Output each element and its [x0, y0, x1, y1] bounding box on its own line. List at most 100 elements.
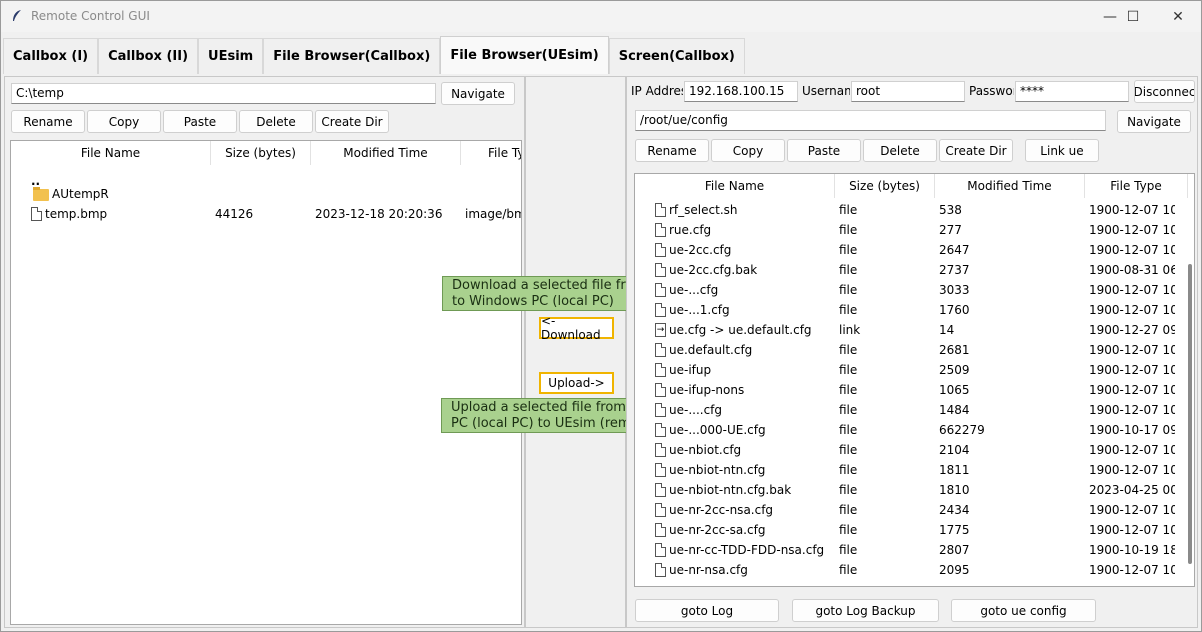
table-row[interactable]: ue-nbiot-ntn.cfg file 1811 1900-12-07 10:45 — [635, 460, 1175, 480]
remote-scrollbar[interactable] — [1188, 264, 1192, 564]
remote-path-input[interactable]: /root/ue/config — [635, 110, 1106, 131]
remote-paste-button[interactable]: Paste — [787, 139, 861, 162]
file-size: file — [839, 203, 858, 217]
close-button[interactable]: ✕ — [1155, 1, 1201, 32]
table-row[interactable]: ue-nr-2cc-nsa.cfg file 2434 1900-12-07 10:4… — [635, 500, 1175, 520]
table-row[interactable]: rue.cfg file 277 1900-12-07 10:45 — [635, 220, 1175, 240]
local-panel: C:\temp Navigate Rename Copy Paste Delet… — [4, 76, 525, 628]
file-type: 2023-04-25 00:00 — [1089, 483, 1175, 497]
local-file-list[interactable]: File Name Size (bytes) Modified Time Fil… — [10, 140, 522, 625]
tab-bar: Callbox (I) Callbox (II) UEsim File Brow… — [3, 36, 745, 74]
table-row[interactable]: ue-ifup file 2509 1900-12-07 10:45 — [635, 360, 1175, 380]
password-input[interactable]: **** — [1015, 81, 1129, 102]
remote-col-name[interactable]: File Name — [635, 174, 835, 198]
tab-file-browser-uesim[interactable]: File Browser(UEsim) — [440, 36, 609, 74]
file-modified: 277 — [939, 223, 962, 237]
file-size: file — [839, 523, 858, 537]
local-path-input[interactable]: C:\temp — [11, 83, 436, 104]
list-item[interactable]: AUtempR — [11, 184, 211, 204]
remote-copy-button[interactable]: Copy — [711, 139, 785, 162]
file-icon — [655, 543, 666, 558]
tab-uesim[interactable]: UEsim — [198, 38, 264, 74]
table-row[interactable]: rf_select.sh file 538 1900-12-07 10:45 — [635, 200, 1175, 220]
file-name: AUtempR — [52, 187, 109, 201]
file-type: 1900-10-17 09:22 — [1089, 423, 1175, 437]
tab-file-browser-callbox[interactable]: File Browser(Callbox) — [263, 38, 441, 74]
table-row[interactable]: ue-nr-nsa.cfg file 2095 1900-12-07 10:45 — [635, 560, 1175, 580]
table-row[interactable]: ue-...1.cfg file 1760 1900-12-07 10:45 — [635, 300, 1175, 320]
table-row[interactable]: ue-...000-UE.cfg file 662279 1900-10-17 09:… — [635, 420, 1175, 440]
file-icon — [655, 383, 666, 398]
file-size: file — [839, 483, 858, 497]
list-item[interactable]: temp.bmp 44126 2023-12-18 20:20:36 image… — [11, 204, 521, 224]
window-title: Remote Control GUI — [31, 9, 150, 23]
local-rename-button[interactable]: Rename — [11, 110, 85, 133]
file-type: 1900-12-07 10:45 — [1089, 563, 1175, 577]
goto-log-button[interactable]: goto Log — [635, 599, 779, 622]
local-delete-button[interactable]: Delete — [239, 110, 313, 133]
goto-ue-config-button[interactable]: goto ue config — [951, 599, 1096, 622]
file-type: 1900-12-07 10:45 — [1089, 363, 1175, 377]
table-row[interactable]: ue-nbiot-ntn.cfg.bak file 1810 2023-04-25 0… — [635, 480, 1175, 500]
upload-button[interactable]: Upload-> — [539, 372, 614, 394]
link-file-icon: → — [655, 323, 666, 338]
password-label: Passwor — [969, 84, 1014, 98]
table-row[interactable]: ue-ifup-nons file 1065 1900-12-07 10:45 — [635, 380, 1175, 400]
download-button[interactable]: <-Download — [539, 314, 614, 342]
ip-input[interactable]: 192.168.100.15 — [684, 81, 798, 102]
maximize-button[interactable]: ☐ — [1110, 1, 1156, 32]
file-size: file — [839, 223, 858, 237]
table-row[interactable]: ue-nr-2cc-sa.cfg file 1775 1900-12-07 10:45 — [635, 520, 1175, 540]
table-row[interactable]: ue-2cc.cfg.bak file 2737 1900-08-31 06:40 — [635, 260, 1175, 280]
table-row[interactable]: ue-...cfg file 3033 1900-12-07 10:45 — [635, 280, 1175, 300]
tab-callbox-2[interactable]: Callbox (II) — [98, 38, 199, 74]
file-name: ue-nbiot.cfg — [669, 442, 742, 457]
file-name: ue.cfg -> ue.default.cfg — [669, 322, 812, 337]
tab-screen-callbox[interactable]: Screen(Callbox) — [608, 38, 745, 74]
file-modified: 538 — [939, 203, 962, 217]
file-icon — [655, 563, 666, 578]
transfer-panel: <-Download Upload-> — [525, 76, 626, 628]
file-size: link — [839, 323, 861, 337]
file-icon — [655, 283, 666, 298]
disconnect-button[interactable]: Disconnec — [1134, 80, 1195, 103]
local-create-dir-button[interactable]: Create Dir — [315, 110, 389, 133]
local-copy-button[interactable]: Copy — [87, 110, 161, 133]
file-size: file — [839, 303, 858, 317]
table-row[interactable]: → ue.cfg -> ue.default.cfg link 14 1900-12-2… — [635, 320, 1175, 340]
remote-delete-button[interactable]: Delete — [863, 139, 937, 162]
goto-log-backup-button[interactable]: goto Log Backup — [792, 599, 939, 622]
file-type: 1900-12-27 09:05 — [1089, 323, 1175, 337]
table-row[interactable]: ue-2cc.cfg file 2647 1900-12-07 10:45 — [635, 240, 1175, 260]
table-row[interactable]: ue-nr-cc-TDD-FDD-nsa.cfg file 2807 1900-10-… — [635, 540, 1175, 560]
remote-create-dir-button[interactable]: Create Dir — [939, 139, 1013, 162]
local-col-name[interactable]: File Name — [11, 141, 211, 165]
file-size: file — [839, 543, 858, 557]
remote-col-size[interactable]: Size (bytes) — [835, 174, 935, 198]
local-col-type[interactable]: File Ty — [461, 141, 521, 165]
local-col-modified[interactable]: Modified Time — [311, 141, 461, 165]
file-modified: 1775 — [939, 523, 970, 537]
remote-rename-button[interactable]: Rename — [635, 139, 709, 162]
username-input[interactable]: root — [851, 81, 965, 102]
tab-callbox-1[interactable]: Callbox (I) — [3, 38, 99, 74]
file-size: file — [839, 403, 858, 417]
file-type: 1900-12-07 10:45 — [1089, 463, 1175, 477]
remote-col-type[interactable]: File Type — [1085, 174, 1188, 198]
remote-navigate-button[interactable]: Navigate — [1117, 110, 1191, 133]
file-name: ue-ifup — [669, 362, 712, 377]
table-row[interactable]: ue-....cfg file 1484 1900-12-07 10:45 — [635, 400, 1175, 420]
file-name: ue-nr-2cc-nsa.cfg — [669, 502, 774, 517]
local-paste-button[interactable]: Paste — [163, 110, 237, 133]
table-row[interactable]: ue-nbiot.cfg file 2104 1900-12-07 10:45 — [635, 440, 1175, 460]
link-ue-button[interactable]: Link ue — [1025, 139, 1099, 162]
remote-file-list[interactable]: File Name Size (bytes) Modified Time Fil… — [634, 173, 1195, 587]
file-icon — [655, 203, 666, 218]
file-icon — [655, 463, 666, 478]
local-col-size[interactable]: Size (bytes) — [211, 141, 311, 165]
local-navigate-button[interactable]: Navigate — [441, 82, 515, 105]
file-icon — [655, 443, 666, 458]
file-modified: 1065 — [939, 383, 970, 397]
remote-col-modified[interactable]: Modified Time — [935, 174, 1085, 198]
table-row[interactable]: ue.default.cfg file 2681 1900-12-07 10:45 — [635, 340, 1175, 360]
